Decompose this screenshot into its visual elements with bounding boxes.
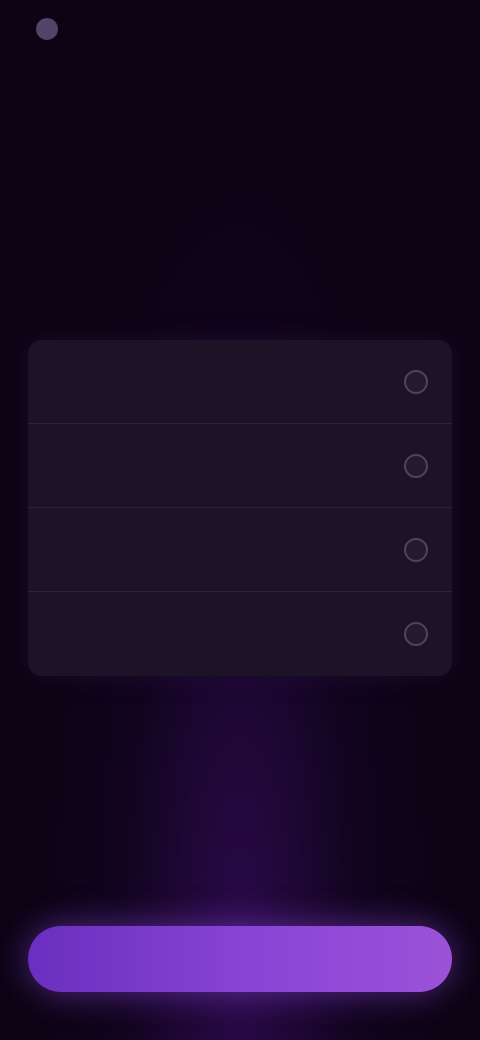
radio-button[interactable] bbox=[404, 454, 428, 478]
option-row[interactable] bbox=[28, 424, 452, 508]
nav-action-button[interactable] bbox=[416, 68, 456, 92]
radio-button[interactable] bbox=[404, 370, 428, 394]
option-row[interactable] bbox=[28, 340, 452, 424]
radio-button[interactable] bbox=[404, 622, 428, 646]
continue-button[interactable] bbox=[28, 926, 452, 992]
option-row[interactable] bbox=[28, 592, 452, 676]
options-card bbox=[28, 340, 452, 676]
screen bbox=[0, 0, 480, 1040]
logo-icon bbox=[36, 18, 58, 40]
option-row[interactable] bbox=[28, 508, 452, 592]
radio-button[interactable] bbox=[404, 538, 428, 562]
app-logo bbox=[36, 16, 126, 42]
